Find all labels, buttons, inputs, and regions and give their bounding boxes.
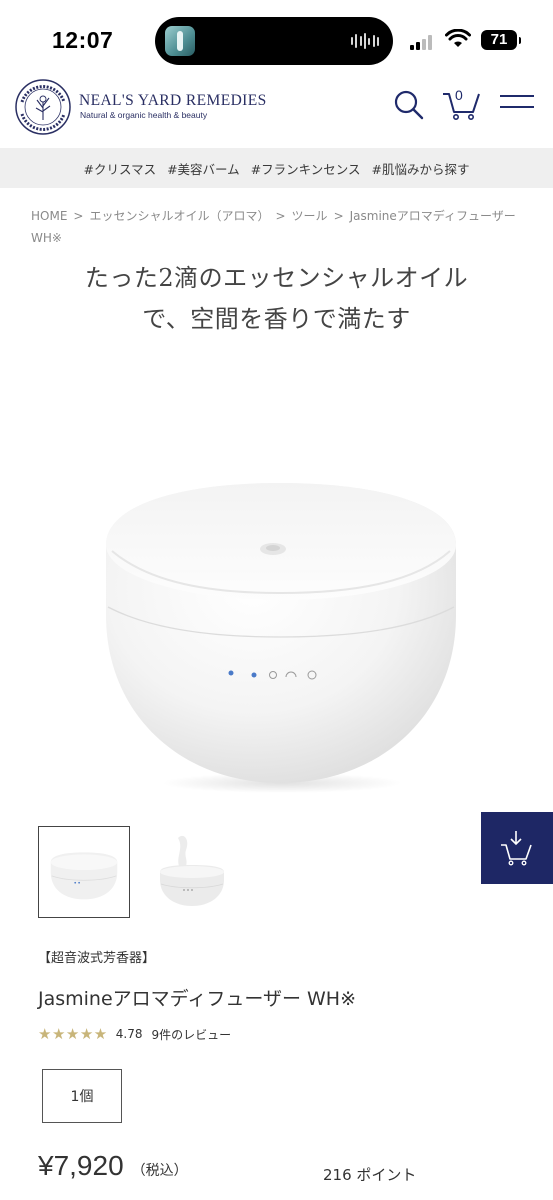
price-tax-label: （税込） <box>131 1163 188 1179</box>
dynamic-island[interactable] <box>155 17 393 65</box>
product-title: Jasmineアロマディフューザー WH※ <box>38 988 356 1010</box>
tag-link-beauty-balm[interactable]: #美容バーム <box>167 159 240 178</box>
breadcrumb-essential-oils[interactable]: エッセンシャルオイル（アロマ） <box>89 209 269 223</box>
headline-line-1: たった2滴のエッセンシャルオイル <box>84 264 469 292</box>
tag-link-christmas[interactable]: #クリスマス <box>83 159 156 178</box>
tag-bar: #クリスマス #美容バーム #フランキンセンス #肌悩みから探す <box>0 148 553 188</box>
brand-tagline: Natural & organic health & beauty <box>80 110 208 120</box>
now-playing-thumbnail <box>165 26 195 56</box>
wifi-icon <box>445 29 471 47</box>
reward-points: 216 ポイント <box>323 1166 417 1184</box>
breadcrumb-home[interactable]: HOME <box>31 209 67 223</box>
product-type-label: 【超音波式芳香器】 <box>38 951 156 966</box>
breadcrumb-separator: > <box>73 209 84 223</box>
product-main-image[interactable] <box>90 465 470 795</box>
thumbnail-diffuser-mist[interactable] <box>146 826 238 918</box>
price-block: ¥7,920 （税込） <box>38 1150 188 1182</box>
quantity-option-button[interactable]: 1個 <box>42 1069 122 1123</box>
tag-link-frankincense[interactable]: #フランキンセンス <box>251 159 361 178</box>
breadcrumb-separator: > <box>275 209 286 223</box>
rating-summary: ★★★★★ 4.78 9件のレビュー <box>38 1024 231 1044</box>
brand-seal-logo[interactable] <box>14 78 72 136</box>
battery-icon: 71 <box>481 30 521 50</box>
rating-value: 4.78 <box>115 1027 143 1041</box>
reviews-link[interactable]: 9件のレビュー <box>151 1026 231 1043</box>
search-icon[interactable] <box>393 89 425 121</box>
headline-line-2: で、空間を香りで満たす <box>142 305 411 333</box>
floating-add-to-cart-button[interactable] <box>481 812 553 884</box>
brand-name[interactable]: NEAL'S YARD REMEDIES <box>79 92 267 110</box>
breadcrumb: HOME > エッセンシャルオイル（アロマ） > ツール > Jasmineアロマディフュー… <box>31 205 531 249</box>
cart-count-badge: 0 <box>455 87 463 103</box>
breadcrumb-separator: > <box>333 209 344 223</box>
site-header: NEAL'S YARD REMEDIES Natural & organic h… <box>0 75 553 145</box>
audio-waveform-icon <box>351 32 379 50</box>
hamburger-menu-icon[interactable] <box>500 95 534 111</box>
price-value: ¥7,920 <box>38 1150 124 1181</box>
status-time: 12:07 <box>52 27 114 53</box>
thumbnail-diffuser-front[interactable] <box>38 826 130 918</box>
tag-link-skin-concerns[interactable]: #肌悩みから探す <box>372 159 470 178</box>
rating-stars-icon: ★★★★★ <box>38 1025 108 1043</box>
page-headline: たった2滴のエッセンシャルオイル で、空間を香りで満たす <box>0 258 553 340</box>
add-to-cart-icon <box>501 831 532 866</box>
breadcrumb-tools[interactable]: ツール <box>292 209 328 223</box>
cellular-signal-icon <box>410 34 438 50</box>
status-bar: 12:07 71 <box>0 0 553 80</box>
